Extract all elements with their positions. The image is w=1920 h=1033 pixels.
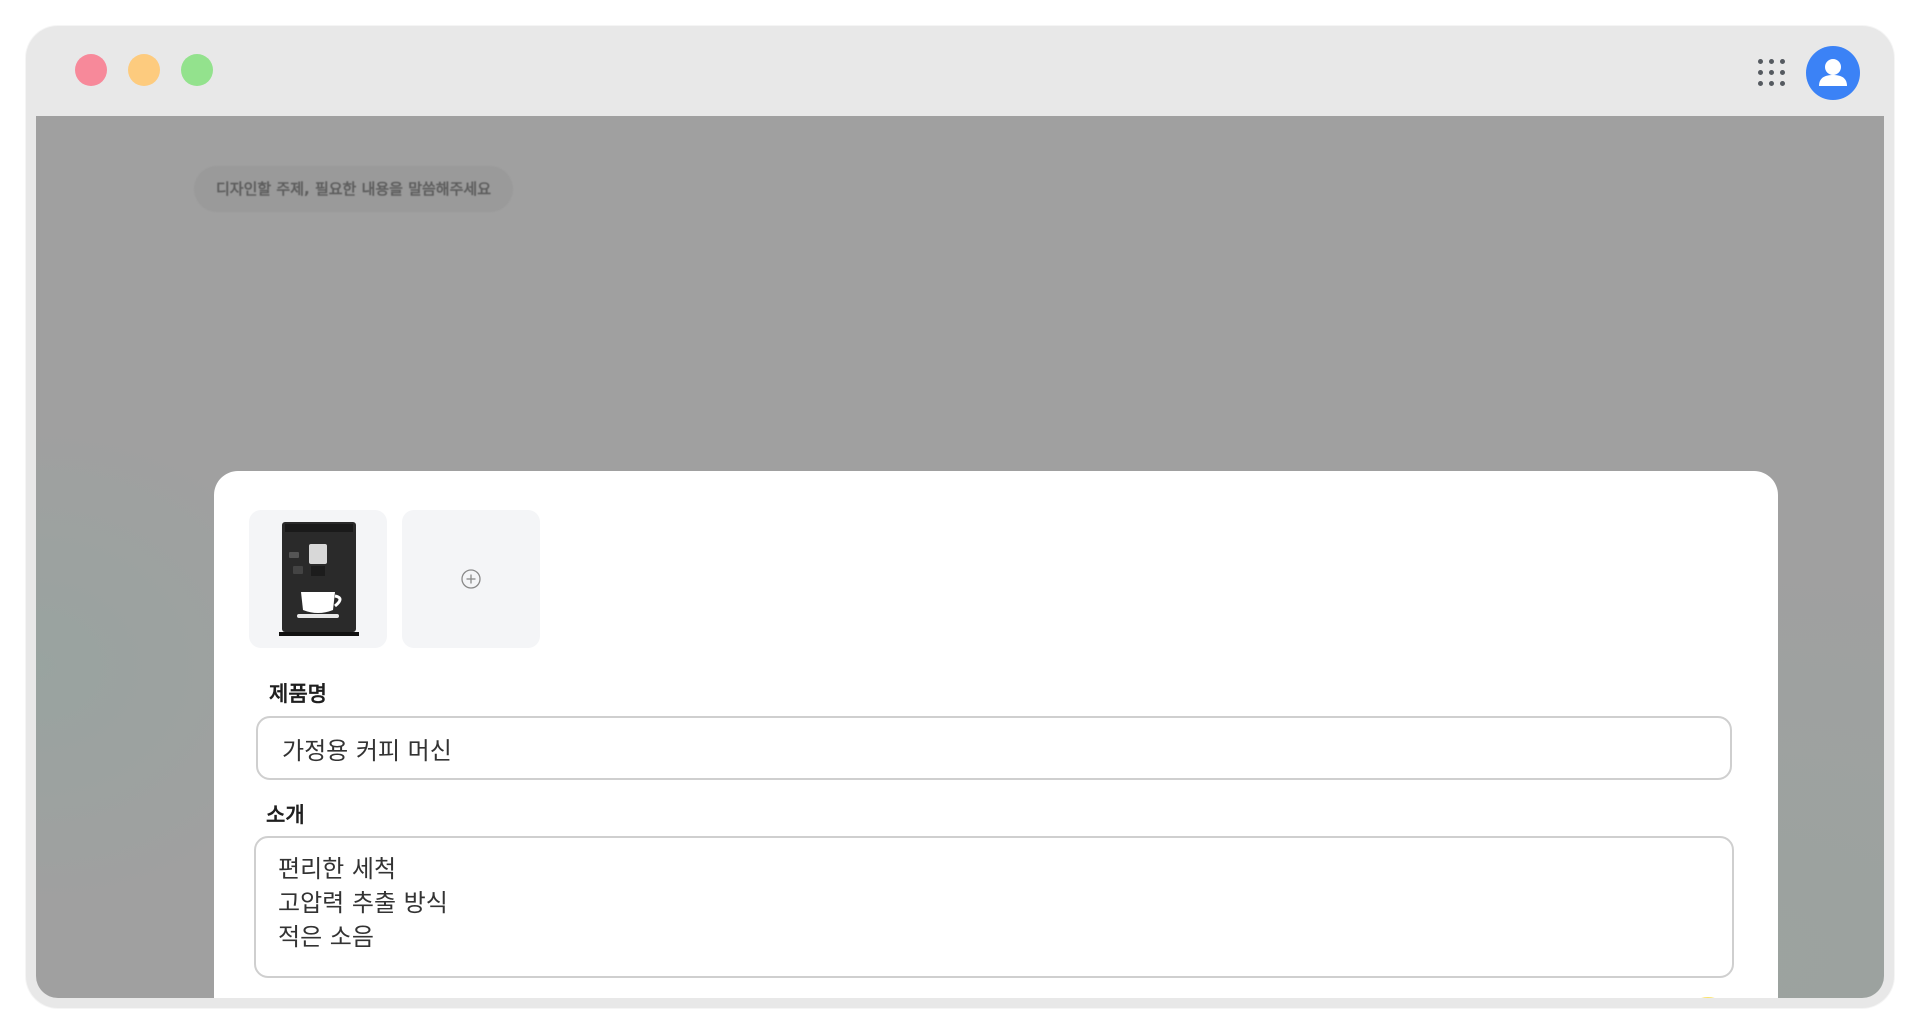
apps-grid-icon[interactable]: [1758, 59, 1786, 87]
product-form-card: 제품명 소개 편리한 세척 고압력 추출 방식 적은 소음: [214, 471, 1778, 998]
intro-label: 소개: [266, 803, 305, 827]
main-content-area: 디자인할 주제, 필요한 내용을 말씀해주세요 제품명 가정용 커피 머신 소개…: [36, 116, 1884, 998]
coffee-machine-image: [279, 522, 359, 636]
submit-button[interactable]: [1684, 997, 1732, 998]
intro-line: 편리한 세척: [278, 855, 397, 883]
plus-circle-icon: [461, 569, 481, 589]
intro-line: 적은 소음: [278, 923, 374, 951]
app-window: 디자인할 주제, 필요한 내용을 말씀해주세요 제품명 가정용 커피 머신 소개…: [26, 26, 1894, 1008]
intro-textarea[interactable]: 편리한 세척 고압력 추출 방식 적은 소음: [254, 836, 1734, 978]
intro-line: 고압력 추출 방식: [278, 889, 448, 917]
product-name-input[interactable]: [256, 716, 1732, 780]
user-avatar-icon[interactable]: [1806, 46, 1860, 100]
maximize-window-button[interactable]: [181, 54, 213, 86]
add-image-button[interactable]: [402, 510, 540, 648]
uploaded-image-thumbnail[interactable]: [249, 510, 387, 648]
prompt-placeholder[interactable]: 디자인할 주제, 필요한 내용을 말씀해주세요: [194, 166, 513, 212]
close-window-button[interactable]: [75, 54, 107, 86]
window-controls: [75, 54, 213, 86]
product-name-label: 제품명: [269, 682, 327, 706]
minimize-window-button[interactable]: [128, 54, 160, 86]
